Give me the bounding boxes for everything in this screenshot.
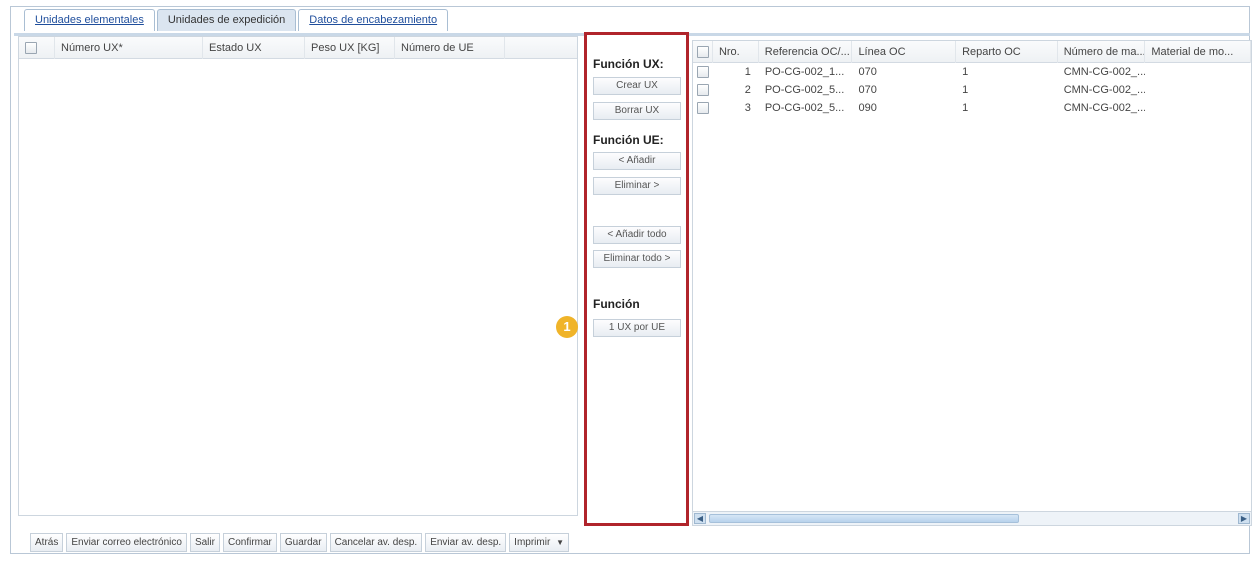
grid-header: Nro. Referencia OC/... Línea OC Reparto … xyxy=(693,41,1251,63)
tab-datos-encabezamiento[interactable]: Datos de encabezamiento xyxy=(298,9,449,31)
scroll-left-icon[interactable]: ◀ xyxy=(694,513,706,524)
cell-nro: 2 xyxy=(744,84,751,96)
col-peso-ux[interactable]: Peso UX [KG] xyxy=(305,36,395,59)
col-nro[interactable]: Nro. xyxy=(713,41,759,63)
cell-reparto: 1 xyxy=(962,102,969,114)
col-referencia-oc[interactable]: Referencia OC/... xyxy=(759,41,853,63)
funcion-ux-label: Función UX: xyxy=(593,57,664,71)
cell-reparto: 1 xyxy=(962,84,969,96)
col-numero-ue[interactable]: Número de UE xyxy=(395,36,505,59)
cell-numero-material: CMN-CG-002_... xyxy=(1063,102,1146,114)
action-toolbar: Atrás Enviar correo electrónico Salir Co… xyxy=(30,532,572,552)
anadir-button[interactable]: < Añadir xyxy=(593,152,681,170)
callout-badge: 1 xyxy=(556,316,578,338)
tab-bar: Unidades elementales Unidades de expedic… xyxy=(24,9,450,31)
cell-referencia: PO-CG-002_5... xyxy=(764,84,845,96)
cell-material-mo xyxy=(1145,81,1251,99)
ux-por-ue-button[interactable]: 1 UX por UE xyxy=(593,319,681,337)
salir-button[interactable]: Salir xyxy=(189,532,220,552)
row-select-cell xyxy=(693,99,713,117)
cell-linea: 090 xyxy=(858,102,877,114)
guardar-button[interactable]: Guardar xyxy=(279,532,327,552)
table-row[interactable]: 2 PO-CG-002_5... 070 1 CMN-CG-002_... xyxy=(693,81,1251,99)
funcion-ue-label: Función UE: xyxy=(593,133,664,147)
cell-numero-material: CMN-CG-002_... xyxy=(1063,84,1146,96)
col-numero-ux[interactable]: Número UX* xyxy=(55,36,203,59)
select-all-checkbox[interactable] xyxy=(697,45,709,58)
row-checkbox[interactable] xyxy=(697,102,709,115)
crear-ux-button[interactable]: Crear UX xyxy=(593,77,681,95)
enviar-av-desp-button[interactable]: Enviar av. desp. xyxy=(425,532,507,552)
cell-nro: 3 xyxy=(744,102,751,114)
cell-numero-material: CMN-CG-002_... xyxy=(1063,66,1146,78)
imprimir-button[interactable]: Imprimir ▼ xyxy=(509,532,569,552)
cell-referencia: PO-CG-002_1... xyxy=(764,66,845,78)
select-all-cell xyxy=(19,36,55,59)
select-all-cell xyxy=(693,41,713,63)
cell-referencia: PO-CG-002_5... xyxy=(764,102,845,114)
row-select-cell xyxy=(693,63,713,81)
eliminar-button[interactable]: Eliminar > xyxy=(593,177,681,195)
row-checkbox[interactable] xyxy=(697,84,709,97)
chevron-down-icon: ▼ xyxy=(556,537,564,547)
scroll-right-icon[interactable]: ▶ xyxy=(1238,513,1250,524)
horizontal-scrollbar[interactable]: ◀ ▶ xyxy=(693,511,1251,525)
col-linea-oc[interactable]: Línea OC xyxy=(852,41,957,63)
enviar-correo-button[interactable]: Enviar correo electrónico xyxy=(66,532,187,552)
row-checkbox[interactable] xyxy=(697,66,709,79)
cancelar-av-desp-button[interactable]: Cancelar av. desp. xyxy=(329,532,423,552)
cell-linea: 070 xyxy=(858,66,877,78)
col-material-mo[interactable]: Material de mo... xyxy=(1145,41,1251,63)
tab-unidades-elementales[interactable]: Unidades elementales xyxy=(24,9,155,31)
purchase-order-lines-grid: Nro. Referencia OC/... Línea OC Reparto … xyxy=(692,40,1252,526)
borrar-ux-button[interactable]: Borrar UX xyxy=(593,102,681,120)
select-all-checkbox[interactable] xyxy=(25,41,37,54)
scrollbar-thumb[interactable] xyxy=(709,514,1019,523)
shipping-units-grid: Número UX* Estado UX Peso UX [KG] Número… xyxy=(18,36,578,516)
confirmar-button[interactable]: Confirmar xyxy=(222,532,277,552)
row-select-cell xyxy=(693,81,713,99)
table-row[interactable]: 3 PO-CG-002_5... 090 1 CMN-CG-002_... xyxy=(693,99,1251,117)
grid-header: Número UX* Estado UX Peso UX [KG] Número… xyxy=(19,36,577,59)
col-numero-material[interactable]: Número de ma... xyxy=(1058,41,1146,63)
atras-button[interactable]: Atrás xyxy=(30,532,64,552)
col-reparto-oc[interactable]: Reparto OC xyxy=(956,41,1058,63)
cell-reparto: 1 xyxy=(962,66,969,78)
imprimir-label: Imprimir xyxy=(514,536,551,548)
col-estado-ux[interactable]: Estado UX xyxy=(203,36,305,59)
tab-unidades-expedicion[interactable]: Unidades de expedición xyxy=(156,9,297,31)
cell-nro: 1 xyxy=(744,66,751,78)
eliminar-todo-button[interactable]: Eliminar todo > xyxy=(593,250,681,268)
funcion-label: Función xyxy=(593,297,640,311)
cell-material-mo xyxy=(1145,63,1251,81)
table-row[interactable]: 1 PO-CG-002_1... 070 1 CMN-CG-002_... xyxy=(693,63,1251,81)
cell-linea: 070 xyxy=(858,84,877,96)
function-panel: Función UX: Crear UX Borrar UX Función U… xyxy=(584,32,689,526)
cell-material-mo xyxy=(1145,99,1251,117)
anadir-todo-button[interactable]: < Añadir todo xyxy=(593,226,681,244)
